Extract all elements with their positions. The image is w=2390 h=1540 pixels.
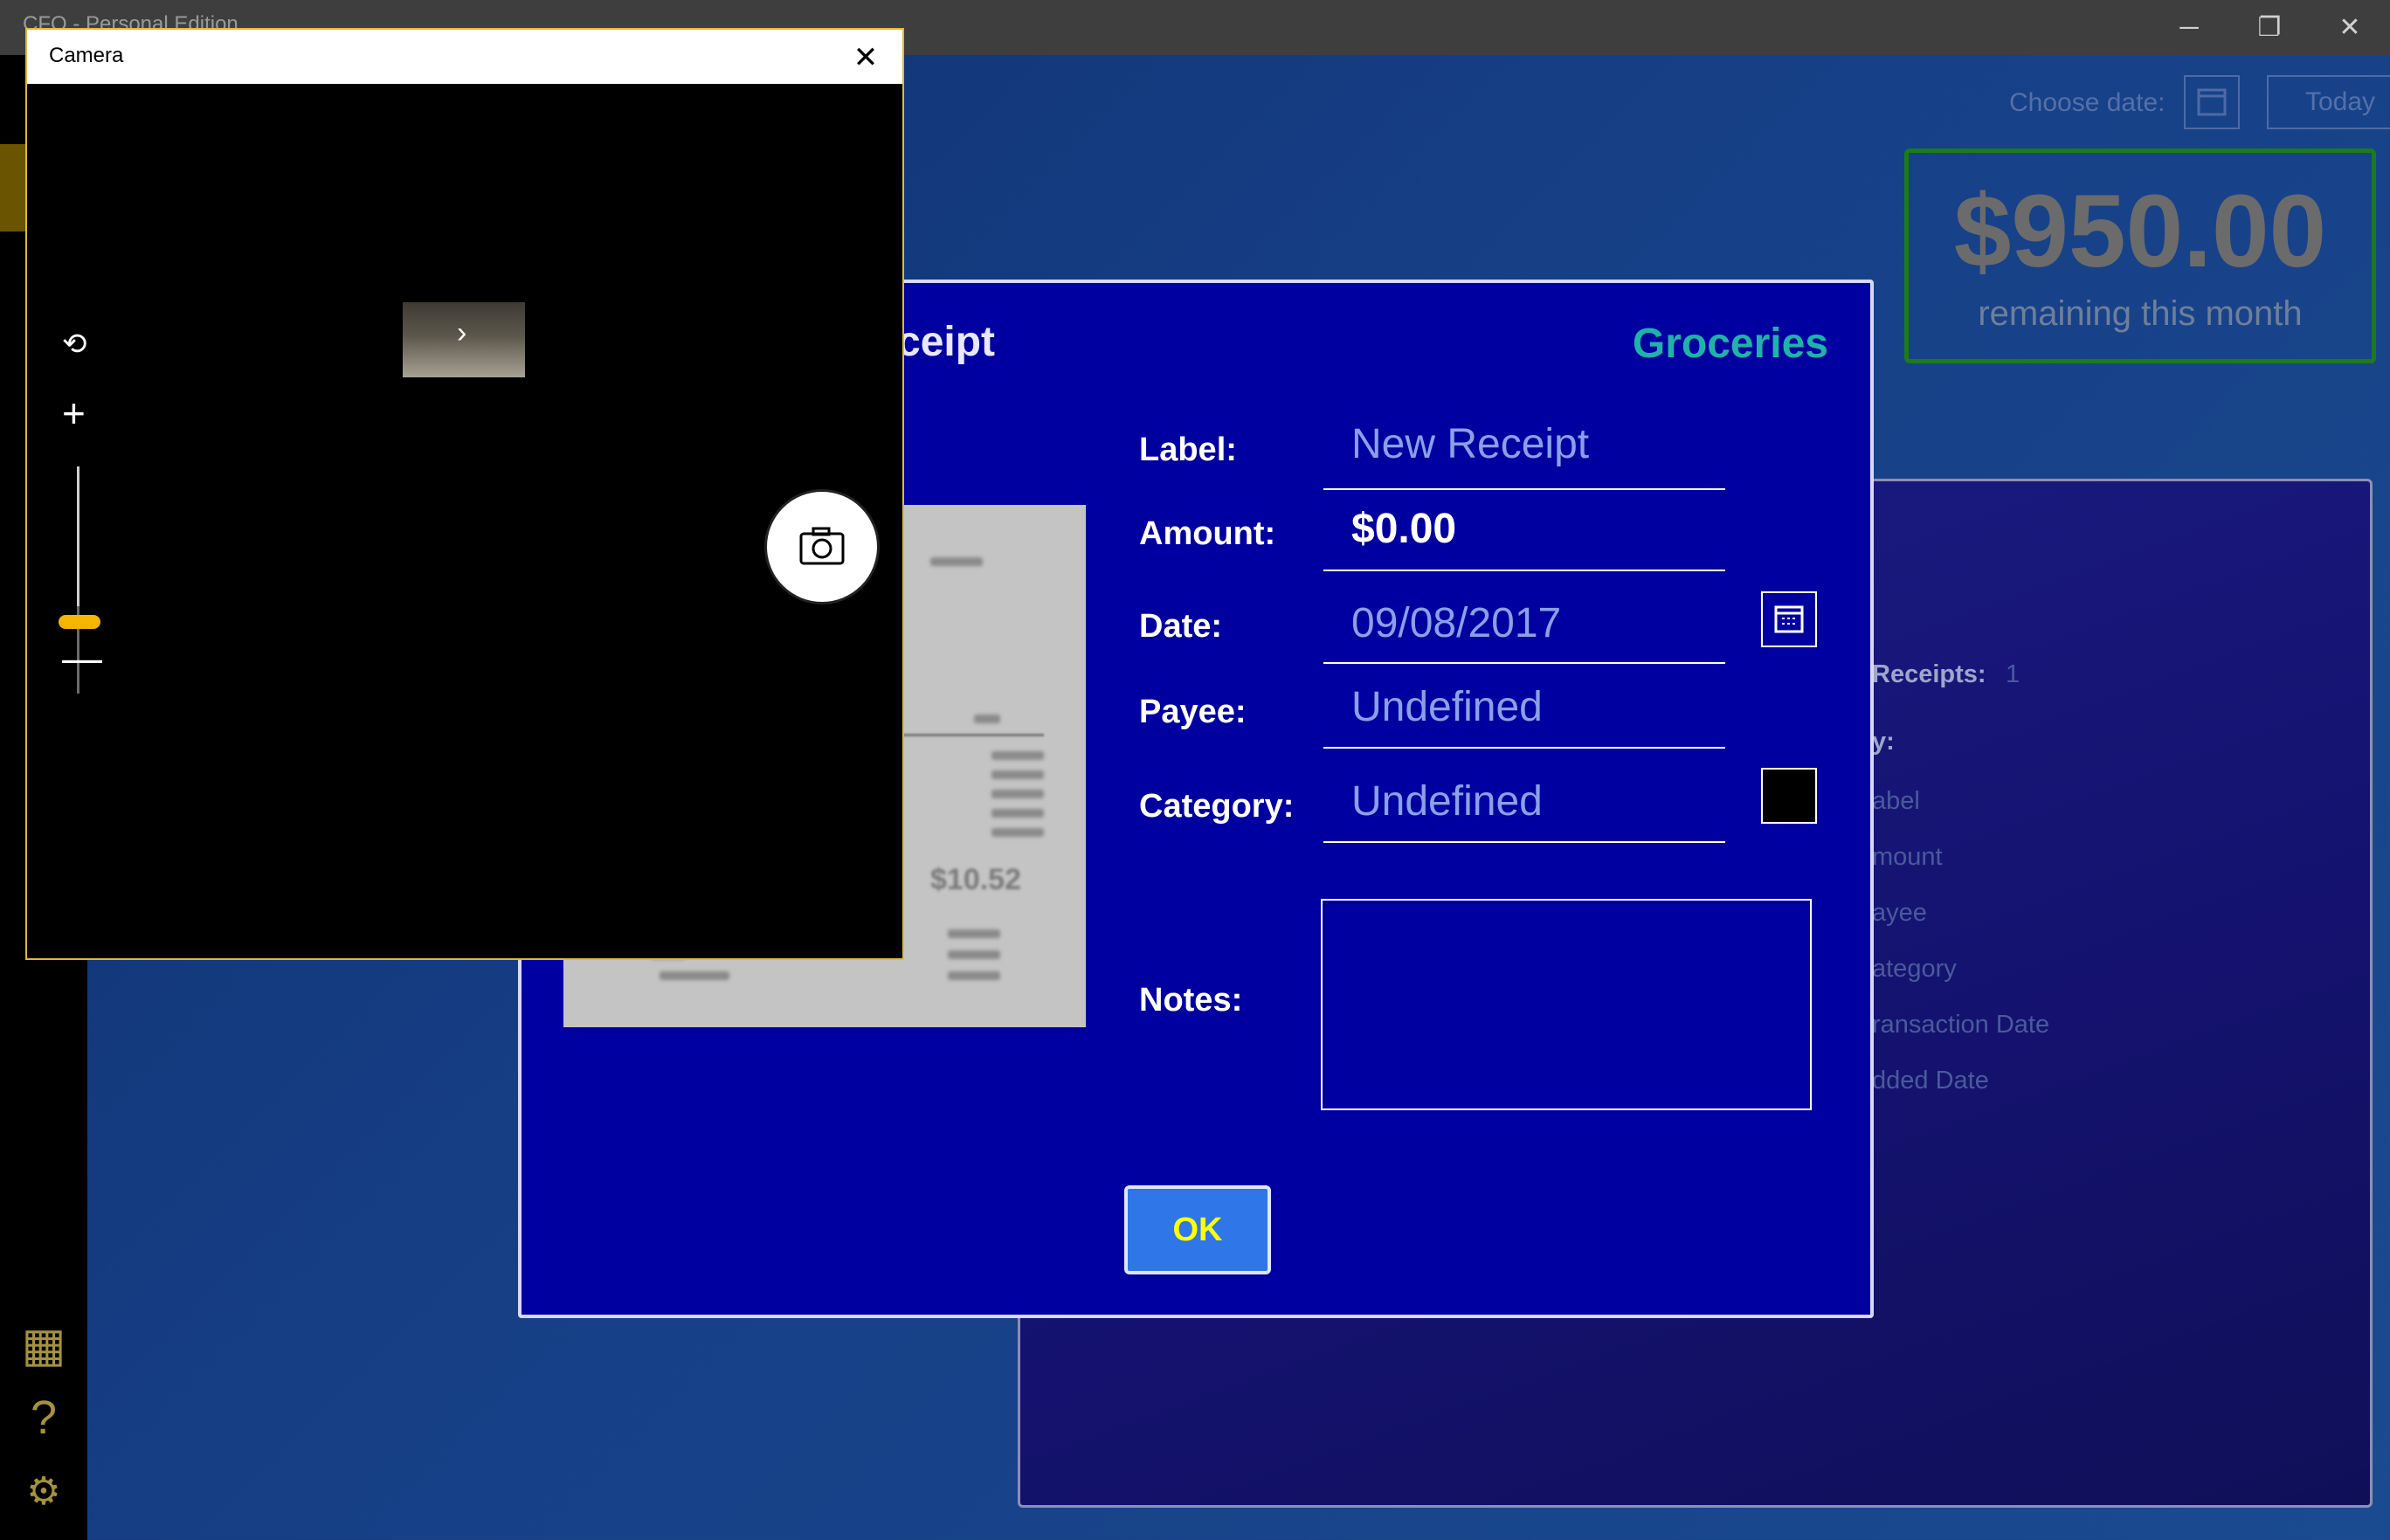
payee-field-label: Payee: (1139, 694, 1247, 730)
payee-input-underline (1323, 747, 1725, 749)
sort-option[interactable]: dded Date (1872, 1067, 1989, 1095)
category-color-swatch[interactable] (1761, 768, 1817, 824)
dialog-title: ceipt (897, 319, 996, 365)
date-picker-button[interactable] (1761, 591, 1817, 647)
receipt-text-line (991, 828, 1044, 837)
ok-button[interactable]: OK (1124, 1185, 1271, 1274)
date-input-underline (1323, 662, 1725, 664)
sort-option[interactable]: ransaction Date (1872, 1011, 2049, 1039)
minimize-button[interactable]: ─ (2149, 0, 2229, 55)
receipt-total: $10.52 (930, 863, 1021, 896)
calendar-icon (2197, 88, 2227, 116)
label-input[interactable]: New Receipt (1351, 420, 1589, 468)
receipt-text-line (660, 971, 729, 980)
camera-title: Camera (49, 44, 124, 67)
camera-window: Camera ✕ › ⟲ + — (25, 28, 904, 960)
settings-button[interactable]: ⚙ (0, 1469, 87, 1514)
minimize-icon: ─ (2179, 13, 2199, 42)
sort-option[interactable]: mount (1872, 843, 1943, 872)
category-input-underline (1323, 841, 1725, 843)
receipt-text-line (948, 971, 1000, 980)
sort-option[interactable]: ategory (1872, 955, 1957, 984)
amount-input[interactable]: $0.00 (1351, 505, 1456, 553)
today-button[interactable]: Today (2267, 75, 2390, 129)
label-field-label: Label: (1139, 432, 1237, 468)
help-icon: ? (30, 1392, 58, 1444)
remaining-amount: $950.00 (1953, 174, 2327, 289)
label-input-underline (1323, 488, 1725, 490)
nav-selection-indicator (0, 144, 26, 231)
zoom-out-icon[interactable]: — (62, 634, 102, 681)
sort-option[interactable]: abel (1872, 787, 1920, 816)
date-input[interactable]: 09/08/2017 (1351, 599, 1561, 647)
notes-textarea[interactable] (1321, 899, 1812, 1110)
notes-field-label: Notes: (1139, 982, 1243, 1019)
choose-date-label: Choose date: (2009, 88, 2166, 117)
date-picker-button[interactable] (2184, 75, 2240, 129)
category-field-label: Category: (1139, 788, 1295, 825)
receipt-text-line (948, 929, 1000, 938)
receipts-count-row: Receipts: 1 (1872, 660, 2020, 689)
receipt-text-line (991, 770, 1044, 779)
zoom-slider-fill (77, 466, 79, 606)
category-input[interactable]: Undefined (1351, 777, 1543, 825)
receipt-text-line (948, 950, 1000, 959)
sort-by-label: y: (1872, 728, 1895, 756)
camera-close-button[interactable]: ✕ (841, 33, 890, 82)
chevron-right-icon[interactable]: › (457, 316, 466, 350)
dialog-category-name: Groceries (1632, 321, 1828, 367)
date-field-label: Date: (1139, 608, 1223, 645)
close-icon: ✕ (2338, 13, 2361, 42)
receipt-text-line (991, 751, 1044, 760)
sort-option[interactable]: ayee (1872, 899, 1927, 928)
switch-camera-icon[interactable]: ⟲ (62, 327, 87, 362)
camera-title-bar: Camera ✕ (27, 30, 902, 84)
take-photo-button[interactable] (764, 489, 880, 604)
receipt-divider (895, 734, 1044, 736)
amount-field-label: Amount: (1139, 515, 1276, 552)
restore-button[interactable]: ❐ (2229, 0, 2310, 55)
zoom-in-icon[interactable]: + (62, 390, 86, 437)
close-window-button[interactable]: ✕ (2310, 0, 2390, 55)
calculator-icon: ▦ (21, 1319, 66, 1371)
help-button[interactable]: ? (0, 1391, 87, 1445)
payee-input[interactable]: Undefined (1351, 683, 1543, 731)
amount-input-underline (1323, 570, 1725, 571)
receipt-text-line (930, 557, 983, 566)
calendar-icon (1774, 605, 1804, 633)
camera-icon (799, 527, 845, 565)
calculator-button[interactable]: ▦ (0, 1317, 87, 1372)
remaining-label: remaining this month (1978, 294, 2303, 333)
gear-icon: ⚙ (26, 1470, 61, 1513)
receipt-text-line (991, 790, 1044, 798)
close-icon: ✕ (853, 41, 879, 74)
remaining-budget-card: $950.00 remaining this month (1904, 148, 2376, 363)
receipt-text-line (991, 809, 1044, 818)
camera-viewfinder: › ⟲ + — (27, 84, 902, 958)
zoom-slider-thumb[interactable] (59, 615, 100, 629)
restore-icon: ❐ (2257, 13, 2282, 42)
receipt-text-line (974, 715, 1000, 723)
receipts-label: Receipts: (1872, 660, 1986, 688)
receipts-count: 1 (2006, 660, 2020, 688)
